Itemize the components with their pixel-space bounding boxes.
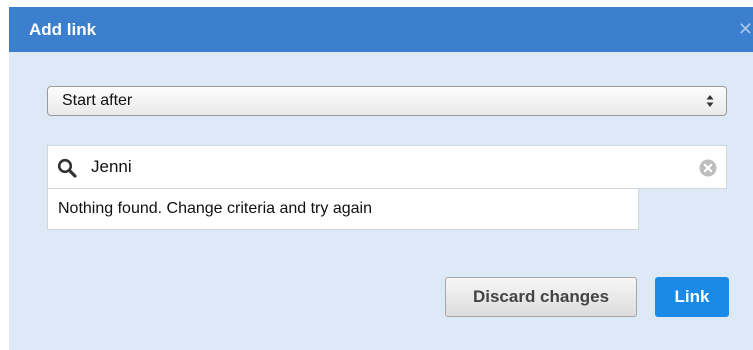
no-results-message: Nothing found. Change criteria and try a… (58, 200, 372, 217)
clear-icon[interactable] (699, 159, 717, 177)
discard-changes-button[interactable]: Discard changes (445, 277, 637, 317)
dialog-titlebar: Add link ✕ (9, 7, 753, 52)
search-icon (57, 158, 77, 178)
add-link-dialog: Add link ✕ Start after Nothing found. Ch… (9, 7, 753, 350)
link-type-select[interactable]: Start after (47, 86, 727, 116)
search-box (47, 145, 727, 189)
select-arrows-icon (706, 95, 714, 107)
search-results-dropdown: Nothing found. Change criteria and try a… (47, 189, 639, 230)
link-type-value: Start after (62, 92, 133, 109)
dialog-title: Add link (29, 20, 97, 39)
search-input[interactable] (91, 154, 681, 180)
link-button[interactable]: Link (655, 277, 729, 317)
close-icon[interactable]: ✕ (737, 7, 753, 52)
